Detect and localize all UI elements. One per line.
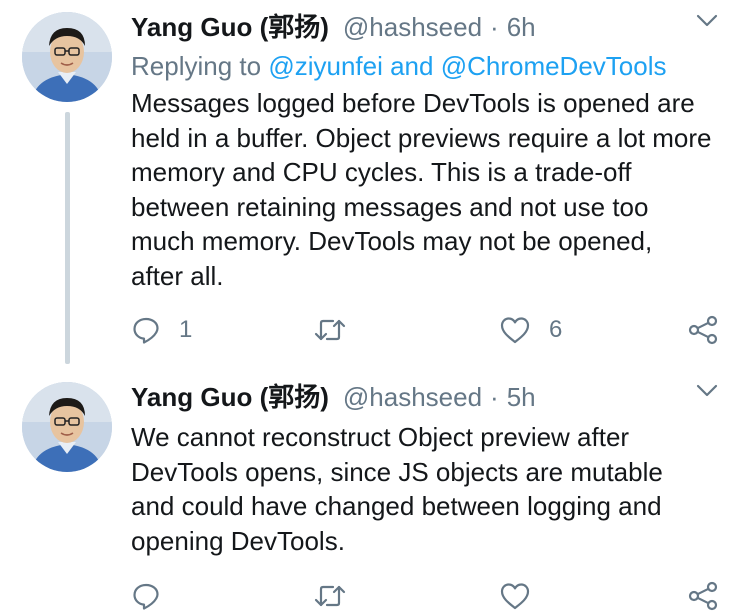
tweet-text: We cannot reconstruct Object preview aft…	[131, 422, 663, 556]
chevron-down-icon[interactable]	[695, 10, 719, 30]
like-button[interactable]: 6	[499, 310, 562, 350]
replying-to-label: Replying to	[131, 51, 262, 81]
share-button[interactable]	[687, 576, 719, 616]
tweet[interactable]: Yang Guo (郭扬) @hashseed · 5h We cannot reco…	[0, 370, 743, 616]
timestamp[interactable]: 6h	[507, 12, 536, 42]
author-name[interactable]: Yang Guo (郭扬)	[131, 12, 329, 42]
like-button[interactable]	[499, 576, 549, 616]
share-button[interactable]	[687, 310, 719, 350]
reply-icon	[133, 317, 159, 344]
avatar-image	[22, 12, 112, 102]
timeline: Yang Guo (郭扬) @hashseed · 6h Replying to @z…	[0, 0, 743, 616]
thread-connector	[65, 112, 70, 364]
separator-dot: ·	[490, 12, 499, 42]
reply-button[interactable]	[131, 576, 179, 616]
retweet-button[interactable]	[313, 310, 365, 350]
tweet-header: Yang Guo (郭扬) @hashseed · 6h	[131, 8, 743, 46]
tweet-header: Yang Guo (郭扬) @hashseed · 5h	[131, 378, 743, 416]
heart-icon	[500, 583, 530, 610]
reply-icon	[133, 583, 159, 610]
timestamp[interactable]: 5h	[507, 382, 536, 412]
share-icon	[688, 315, 718, 345]
heart-icon	[500, 317, 530, 344]
replying-to: Replying to @ziyunfei and @ChromeDevTool…	[131, 48, 667, 84]
retweet-button[interactable]	[313, 576, 365, 616]
reply-count: 1	[179, 316, 193, 343]
tweet-actions: 1 6	[131, 310, 731, 350]
chevron-down-icon[interactable]	[695, 380, 719, 400]
retweet-icon	[314, 319, 346, 341]
reply-button[interactable]: 1	[131, 310, 192, 350]
like-count: 6	[549, 316, 563, 343]
share-icon	[688, 581, 718, 611]
avatar[interactable]	[22, 12, 112, 102]
tweet[interactable]: Yang Guo (郭扬) @hashseed · 6h Replying to @z…	[0, 0, 743, 364]
author-handle[interactable]: @hashseed	[343, 382, 482, 412]
author-name[interactable]: Yang Guo (郭扬)	[131, 382, 329, 412]
replying-to-mentions[interactable]: @ziyunfei and @ChromeDevTools	[268, 51, 666, 81]
tweet-actions	[131, 576, 731, 616]
author-handle[interactable]: @hashseed	[343, 12, 482, 42]
avatar[interactable]	[22, 382, 112, 472]
tweet-text: Messages logged before DevTools is opene…	[131, 88, 712, 291]
retweet-icon	[314, 585, 346, 607]
separator-dot: ·	[490, 382, 499, 412]
avatar-image	[22, 382, 112, 472]
